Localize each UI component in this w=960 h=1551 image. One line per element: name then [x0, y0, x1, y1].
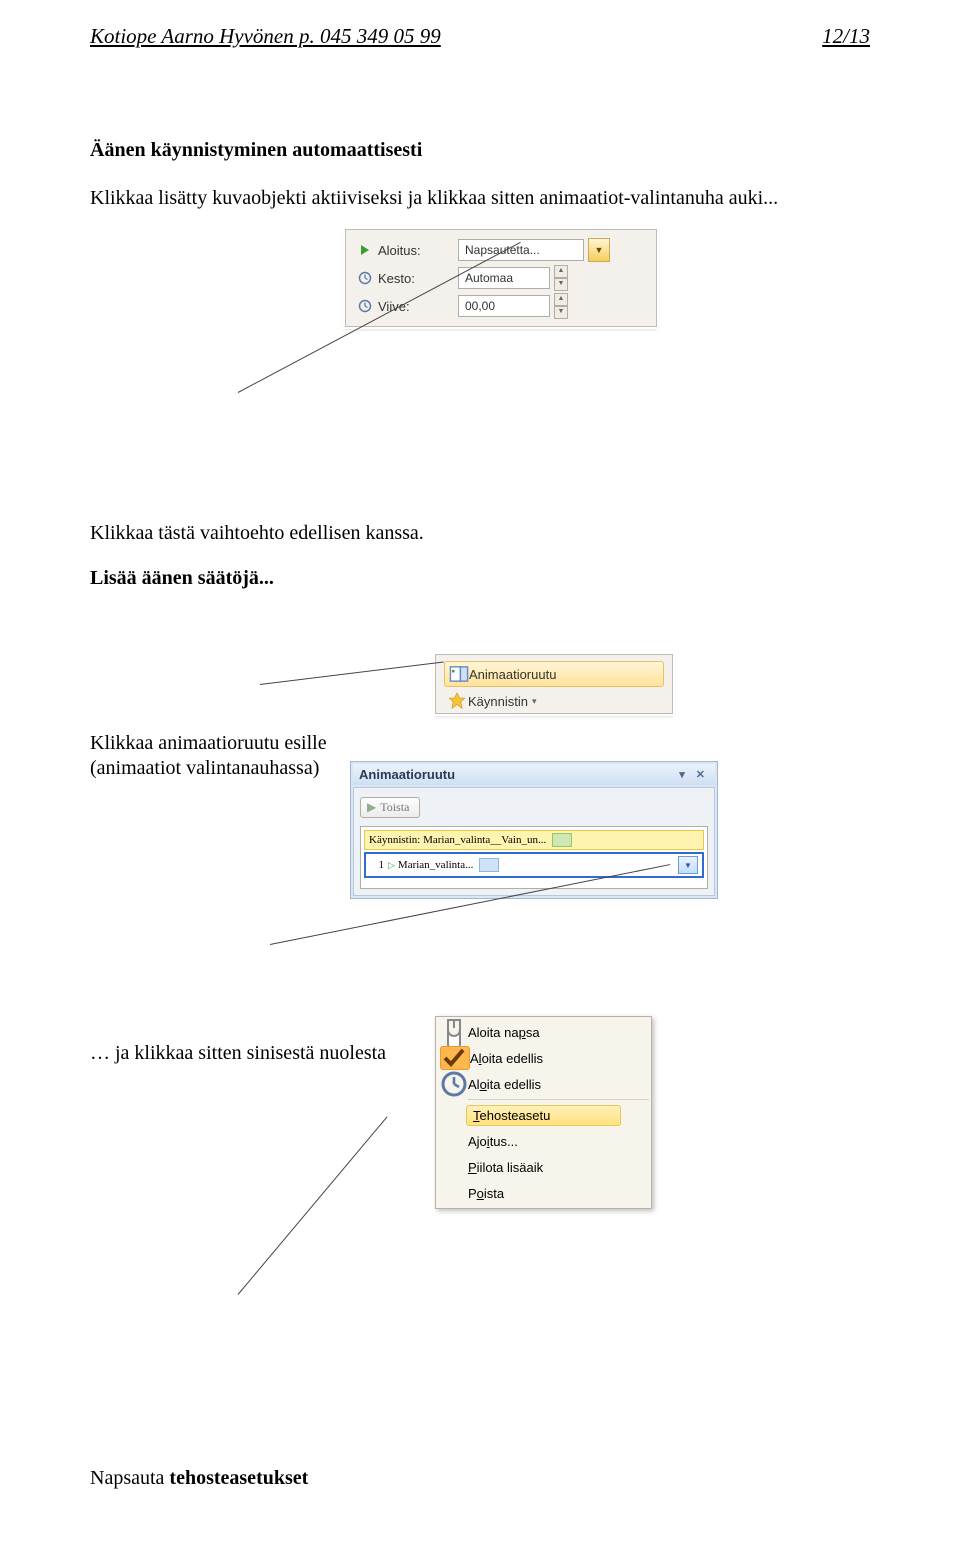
row-viive: Viive: 00,00 ▲▼: [346, 292, 656, 320]
menu-item-label: Poista: [468, 1186, 504, 1201]
kaynnistin-label: Käynnistin: [468, 694, 528, 709]
menu-item-start-click[interactable]: Aloita napsa: [436, 1019, 651, 1045]
menu-item-start-after-prev[interactable]: Aloita edellis: [436, 1071, 651, 1097]
heading-2: Lisää äänen säätöjä...: [90, 566, 870, 591]
menu-item-label: Ajoitus...: [468, 1134, 518, 1149]
clock-icon: [440, 1070, 468, 1098]
duration-bar: [479, 858, 499, 872]
list-item-selected[interactable]: 1 ▷ Marian_valinta... ▼: [364, 852, 704, 878]
pane-titlebar: Animaatioruutu ▾ ✕: [353, 764, 715, 785]
viive-spinner[interactable]: ▲▼: [554, 293, 568, 319]
row-aloitus: Aloitus: Napsautetta... ▼: [346, 236, 656, 264]
animaatioruutu-label: Animaatioruutu: [469, 667, 556, 682]
viive-field[interactable]: 00,00: [458, 295, 550, 317]
toista-button[interactable]: ▶ Toista: [360, 797, 420, 818]
toista-label: Toista: [380, 800, 409, 815]
menu-item-label: Aloita edellis: [468, 1077, 541, 1092]
mouse-icon: [440, 1018, 468, 1046]
menu-item-remove[interactable]: Poista: [436, 1180, 651, 1206]
list-item-trigger[interactable]: Käynnistin: Marian_valinta__Vain_un...: [364, 830, 704, 850]
menu-item-timing[interactable]: Ajoitus...: [436, 1128, 651, 1154]
list-item-selected-label: Marian_valinta...: [398, 859, 473, 871]
kesto-field[interactable]: Automaa: [458, 267, 550, 289]
play-icon: [358, 243, 372, 257]
row-kesto: Kesto: Automaa ▲▼: [346, 264, 656, 292]
play-outline-icon: ▷: [388, 860, 395, 871]
paragraph-3a: Klikkaa animaatioruutu esille: [90, 731, 870, 756]
header-right: 12/13: [822, 24, 870, 49]
chevron-down-icon: ▾: [532, 696, 537, 707]
label-aloitus: Aloitus:: [378, 243, 421, 258]
menu-item-start-with-prev[interactable]: Aloita edellis: [436, 1045, 651, 1071]
menu-separator: [468, 1099, 649, 1100]
clock-icon: [358, 299, 372, 313]
menu-item-label: Tehosteasetu: [466, 1105, 621, 1126]
animaatioruutu-button[interactable]: Animaatioruutu: [444, 661, 664, 687]
menu-item-label: Aloita napsa: [468, 1025, 540, 1040]
paragraph-1: Klikkaa lisätty kuvaobjekti aktiiviseksi…: [90, 186, 870, 211]
screenshot-animation-buttons: Animaatioruutu Käynnistin ▾: [435, 654, 673, 714]
list-item-index: 1: [370, 859, 384, 871]
trigger-icon: [448, 691, 468, 711]
aloitus-dropdown-arrow[interactable]: ▼: [588, 238, 610, 262]
page-header: Kotiope Aarno Hyvönen p. 045 349 05 99 1…: [0, 0, 960, 49]
check-icon: [440, 1046, 470, 1070]
screenshot-timing-group: Aloitus: Napsautetta... ▼ Kesto: Automaa…: [345, 229, 657, 327]
screenshot-context-menu: Aloita napsa Aloita edellis Aloita edell…: [435, 1016, 652, 1209]
menu-item-effect-options[interactable]: Tehosteasetu: [436, 1102, 651, 1128]
clock-icon: [358, 271, 372, 285]
label-viive: Viive:: [378, 299, 410, 314]
paragraph-2: Klikkaa tästä vaihtoehto edellisen kanss…: [90, 521, 870, 546]
footer-bold: tehosteasetukset: [169, 1467, 308, 1489]
menu-item-label: Aloita edellis: [470, 1051, 543, 1066]
pane-window-icons[interactable]: ▾ ✕: [679, 768, 709, 781]
pane-title: Animaatioruutu: [359, 767, 455, 782]
item-dropdown-arrow[interactable]: ▼: [678, 856, 698, 874]
duration-bar: [552, 833, 572, 847]
kaynnistin-button[interactable]: Käynnistin ▾: [444, 689, 664, 713]
play-icon: ▶: [367, 800, 376, 815]
menu-item-label: Piilota lisäaik: [468, 1160, 543, 1175]
screenshot-animation-pane: Animaatioruutu ▾ ✕ ▶ Toista Käynnistin: …: [350, 761, 718, 899]
label-kesto: Kesto:: [378, 271, 415, 286]
menu-item-hide-timeline[interactable]: Piilota lisäaik: [436, 1154, 651, 1180]
pane-icon: [449, 664, 469, 684]
list-item-trigger-label: Käynnistin: Marian_valinta__Vain_un...: [369, 834, 546, 846]
header-left: Kotiope Aarno Hyvönen p. 045 349 05 99: [90, 24, 441, 49]
footer-line: Napsauta tehosteasetukset: [90, 1466, 870, 1491]
section-heading: Äänen käynnistyminen automaattisesti: [90, 139, 870, 162]
animation-list: Käynnistin: Marian_valinta__Vain_un... 1…: [360, 826, 708, 889]
footer-pre: Napsauta: [90, 1467, 169, 1489]
kesto-spinner[interactable]: ▲▼: [554, 265, 568, 291]
